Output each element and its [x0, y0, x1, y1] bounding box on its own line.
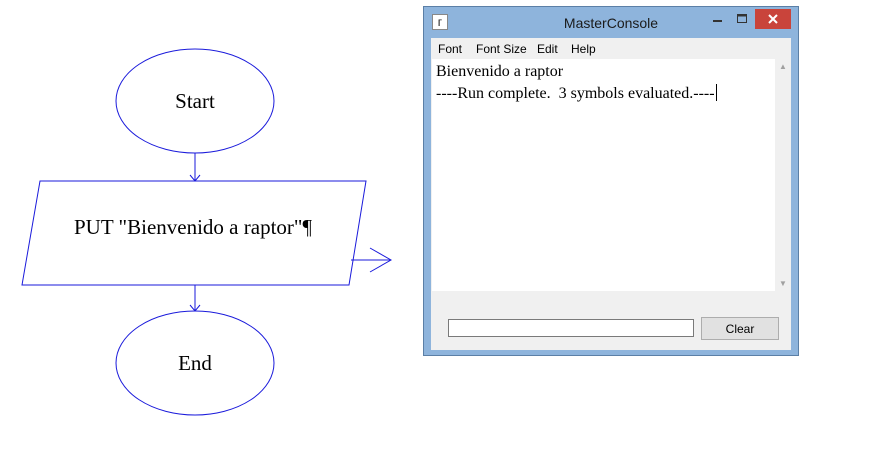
- master-console-window: ᴦ MasterConsole Font Font Size Edit Help…: [423, 6, 799, 356]
- menu-font-size[interactable]: Font Size: [476, 42, 527, 56]
- output-statement: PUT "Bienvenido a raptor"¶: [74, 215, 312, 239]
- scroll-down-arrow-icon[interactable]: ▼: [775, 279, 791, 288]
- clear-button[interactable]: Clear: [701, 317, 779, 340]
- menu-font[interactable]: Font: [438, 42, 462, 56]
- output-line-2: ----Run complete. 3 symbols evaluated.--…: [436, 83, 771, 105]
- flowchart-canvas: Start PUT "Bienvenido a raptor"¶ End: [21, 48, 393, 416]
- end-label: End: [178, 351, 212, 375]
- minimize-icon: [713, 20, 722, 22]
- close-icon: [768, 14, 778, 24]
- menu-edit[interactable]: Edit: [537, 42, 558, 56]
- maximize-button[interactable]: [730, 9, 754, 29]
- output-line-2-text: ----Run complete. 3 symbols evaluated.--…: [436, 85, 715, 102]
- text-caret: [715, 84, 717, 101]
- title-bar[interactable]: ᴦ MasterConsole: [424, 7, 798, 37]
- menu-help[interactable]: Help: [571, 42, 596, 56]
- console-client-area: Font Font Size Edit Help Bienvenido a ra…: [431, 38, 791, 350]
- console-output-area[interactable]: Bienvenido a raptor ----Run complete. 3 …: [432, 59, 775, 291]
- start-label: Start: [175, 89, 215, 113]
- minimize-button[interactable]: [706, 9, 730, 29]
- output-line-1: Bienvenido a raptor: [436, 63, 564, 80]
- maximize-icon: [737, 14, 747, 23]
- close-button[interactable]: [755, 9, 791, 29]
- vertical-scrollbar[interactable]: ▲ ▼: [775, 59, 791, 291]
- scroll-up-arrow-icon[interactable]: ▲: [775, 62, 791, 71]
- command-input[interactable]: [448, 319, 694, 337]
- menu-bar: Font Font Size Edit Help: [431, 38, 791, 58]
